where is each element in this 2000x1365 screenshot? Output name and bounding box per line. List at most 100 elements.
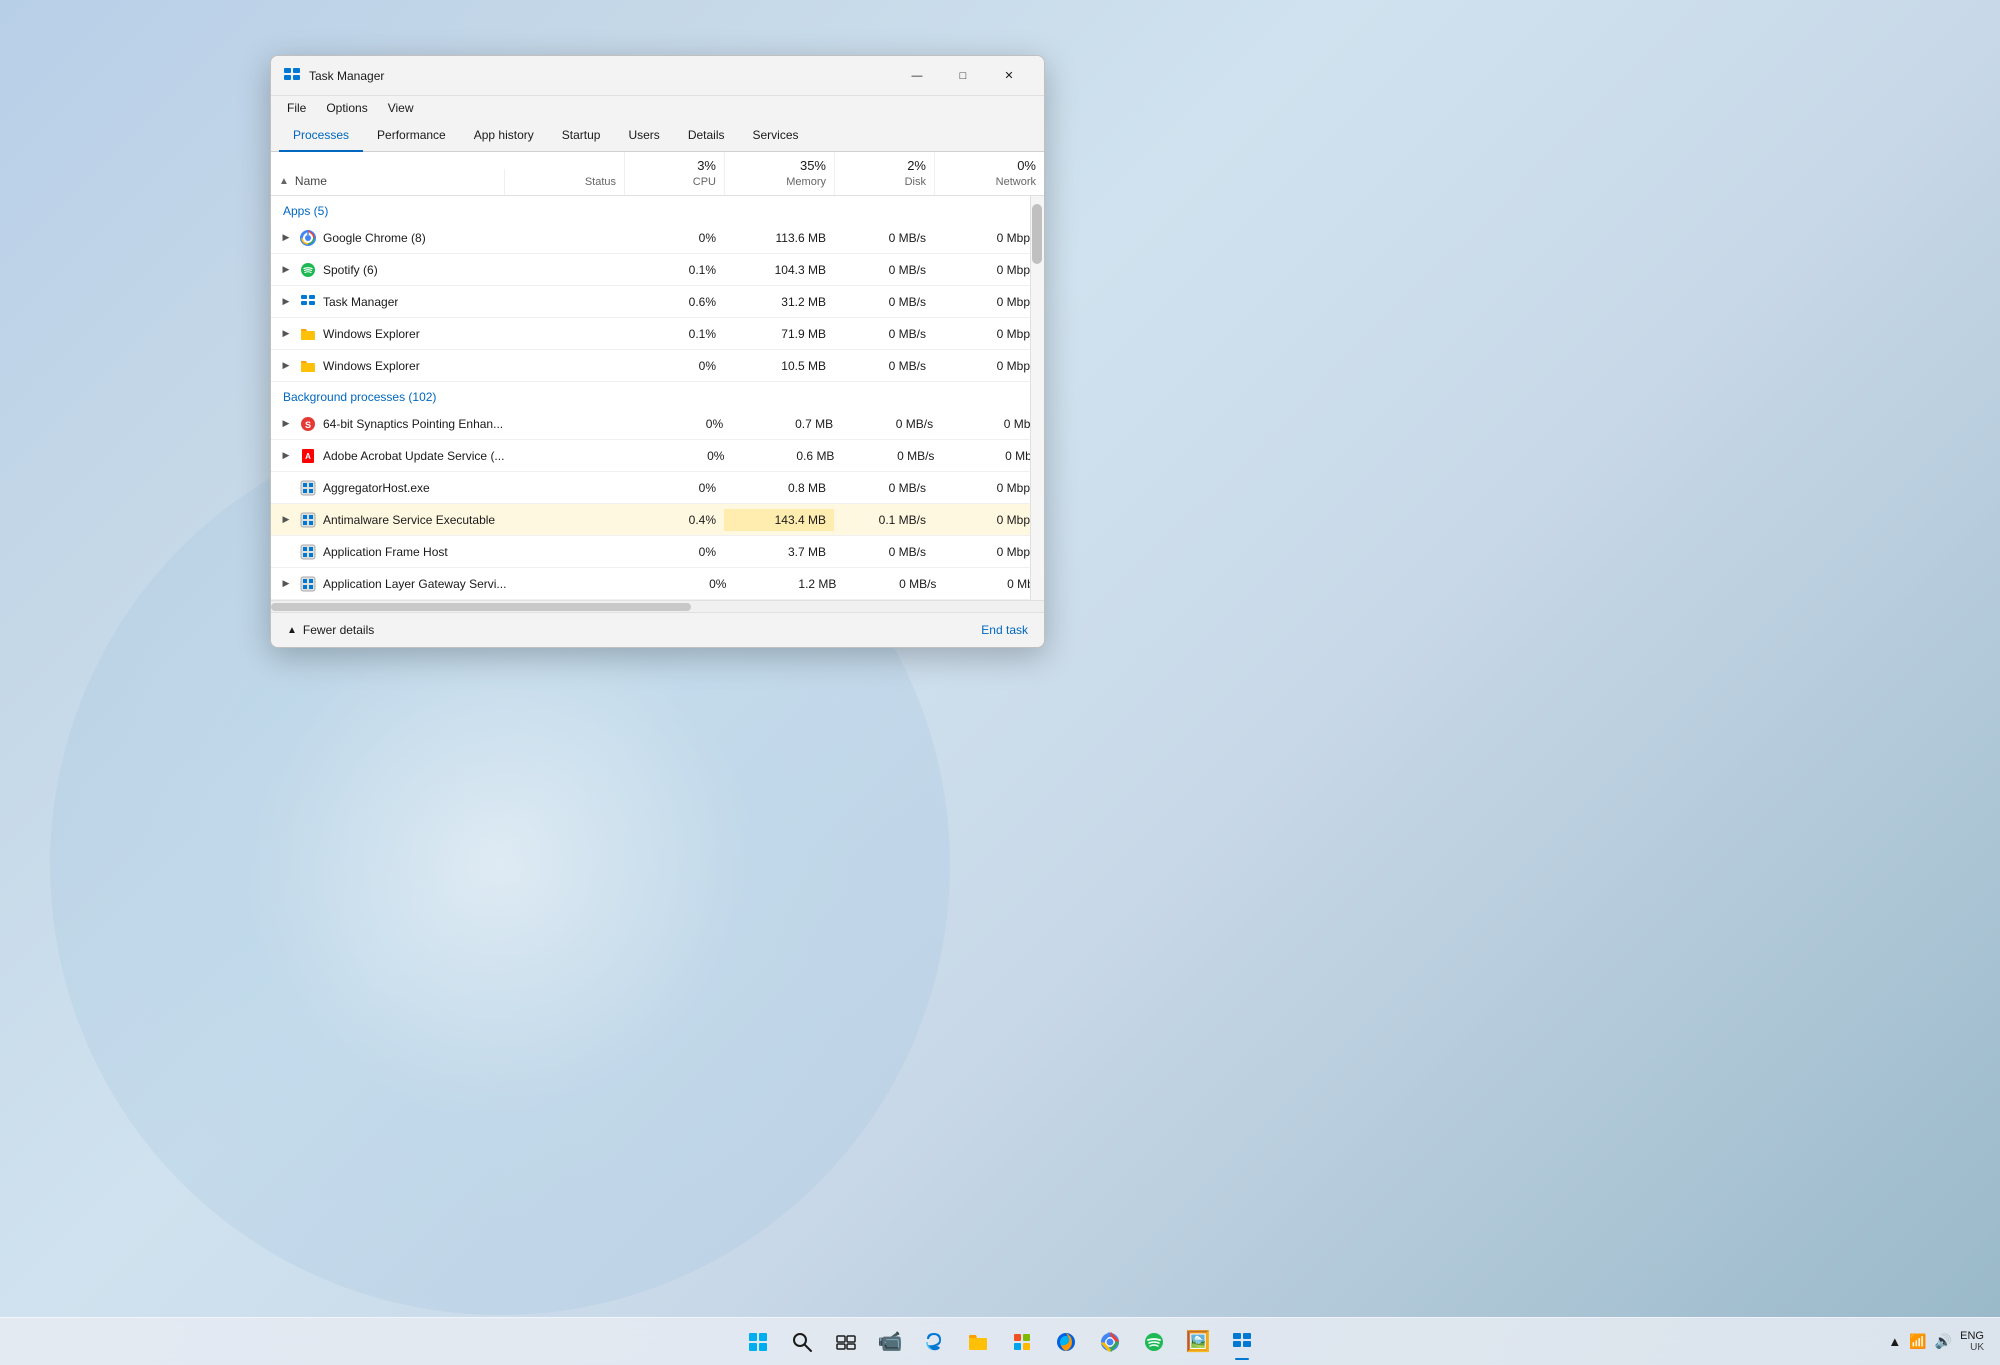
table-row[interactable]: ▶ Windows Explorer 0% 10.5 MB 0 MB/s 0 M… — [271, 350, 1044, 382]
table-row[interactable]: ▶ Google Chrome (8) — [271, 222, 1044, 254]
tab-details[interactable]: Details — [674, 120, 739, 152]
fewer-details-label: Fewer details — [303, 623, 374, 637]
process-network: 0 Mbps — [934, 355, 1044, 377]
start-button[interactable] — [738, 1322, 778, 1362]
taskman-process-icon — [299, 293, 317, 311]
col-disk-pct: 2% — [843, 158, 926, 175]
expand-button[interactable]: ▶ — [279, 449, 293, 463]
scrollbar-thumb[interactable] — [1032, 204, 1042, 264]
tabs-bar: Processes Performance App history Startu… — [271, 120, 1044, 152]
tab-startup[interactable]: Startup — [548, 120, 615, 152]
maximize-button[interactable]: □ — [940, 60, 986, 92]
table-row[interactable]: Application Frame Host 0% 3.7 MB 0 MB/s … — [271, 536, 1044, 568]
process-cpu: 0% — [631, 413, 731, 435]
table-row[interactable]: ▶ Application Layer Gateway Servi... 0% — [271, 568, 1044, 600]
photos-taskbar-button[interactable]: 🖼️ — [1178, 1322, 1218, 1362]
volume-icon[interactable]: 🔊 — [1935, 1333, 1952, 1350]
col-disk[interactable]: 2% Disk — [834, 152, 934, 195]
table-row[interactable]: ▶ S 64-bit Synaptics Pointing Enhan... 0… — [271, 408, 1044, 440]
tab-performance[interactable]: Performance — [363, 120, 460, 152]
aggregator-process-icon — [299, 479, 317, 497]
table-row[interactable]: ▶ Spotify (6) 0.1% 104.3 MB 0 MB/s — [271, 254, 1044, 286]
process-network: 0 Mbps — [934, 259, 1044, 281]
col-memory-label: Memory — [733, 175, 826, 189]
table-row[interactable]: AggregatorHost.exe 0% 0.8 MB 0 MB/s 0 Mb… — [271, 472, 1044, 504]
fewer-details-button[interactable]: ▲ Fewer details — [287, 623, 374, 637]
process-cpu: 0.4% — [624, 509, 724, 531]
process-memory: 104.3 MB — [724, 259, 834, 281]
end-task-button[interactable]: End task — [981, 623, 1028, 637]
process-disk: 0 MB/s — [844, 573, 944, 595]
task-view-button[interactable] — [826, 1322, 866, 1362]
process-memory: 113.6 MB — [724, 227, 834, 249]
meet-taskbar-button[interactable]: 📹 — [870, 1322, 910, 1362]
h-scrollbar-thumb[interactable] — [271, 603, 691, 611]
chrome-taskbar-button[interactable] — [1090, 1322, 1130, 1362]
firefox-taskbar-button[interactable] — [1046, 1322, 1086, 1362]
process-cpu: 0% — [624, 355, 724, 377]
minimize-button[interactable]: — — [894, 60, 940, 92]
expand-button[interactable]: ▶ — [279, 231, 293, 245]
process-disk: 0 MB/s — [842, 445, 942, 467]
edge-taskbar-button[interactable] — [914, 1322, 954, 1362]
process-cpu: 0.1% — [624, 323, 724, 345]
expand-button[interactable]: ▶ — [279, 327, 293, 341]
store-taskbar-button[interactable] — [1002, 1322, 1042, 1362]
file-explorer-taskbar-button[interactable] — [958, 1322, 998, 1362]
table-row[interactable]: ▶ Antimalware Service Executable 0.4% — [271, 504, 1044, 536]
process-cpu: 0% — [632, 445, 732, 467]
col-network[interactable]: 0% Network — [934, 152, 1044, 195]
process-name-cell: ▶ S 64-bit Synaptics Pointing Enhan... — [271, 411, 511, 437]
tab-processes[interactable]: Processes — [279, 120, 363, 152]
process-network: 0 Mbps — [934, 509, 1044, 531]
table-row[interactable]: ▶ Windows Explorer 0.1% 71.9 MB 0 MB/s 0… — [271, 318, 1044, 350]
process-memory: 0.7 MB — [731, 413, 841, 435]
col-memory[interactable]: 35% Memory — [724, 152, 834, 195]
explorer2-process-icon — [299, 357, 317, 375]
process-network: 0 Mbps — [934, 323, 1044, 345]
expand-button[interactable]: ▶ — [279, 359, 293, 373]
col-cpu[interactable]: 3% CPU — [624, 152, 724, 195]
scrollbar-track[interactable] — [1030, 196, 1044, 600]
col-network-label: Network — [943, 175, 1036, 189]
process-name-cell: ▶ Spotify (6) — [271, 257, 504, 283]
appframehost-process-icon — [299, 543, 317, 561]
tab-services[interactable]: Services — [739, 120, 813, 152]
expand-button[interactable]: ▶ — [279, 513, 293, 527]
process-name-cell: ▶ Application Layer Gateway Servi... — [271, 571, 514, 597]
process-name: Application Frame Host — [323, 545, 448, 559]
process-name-cell: Application Frame Host — [271, 539, 504, 565]
col-status[interactable]: Status — [504, 169, 624, 195]
col-memory-pct: 35% — [733, 158, 826, 175]
bg-section-header: Background processes (102) — [271, 382, 1044, 408]
tab-app-history[interactable]: App history — [460, 120, 548, 152]
expand-button[interactable]: ▶ — [279, 295, 293, 309]
expand-button[interactable]: ▶ — [279, 577, 293, 591]
taskbar-right: ▲ 📶 🔊 ENG UK — [1888, 1330, 2000, 1353]
chevron-up-icon[interactable]: ▲ — [1888, 1334, 1901, 1349]
table-row[interactable]: ▶ Task Manager 0.6% 31.2 MB 0 MB/s — [271, 286, 1044, 318]
process-name-cell: ▶ Task Manager — [271, 289, 504, 315]
spotify-taskbar-button[interactable] — [1134, 1322, 1174, 1362]
table-row[interactable]: ▶ A Adobe Acrobat Update Service (... 0%… — [271, 440, 1044, 472]
search-taskbar-button[interactable] — [782, 1322, 822, 1362]
network-icon[interactable]: 📶 — [1909, 1333, 1926, 1350]
close-button[interactable]: ✕ — [986, 60, 1032, 92]
expand-button[interactable]: ▶ — [279, 263, 293, 277]
process-name: Antimalware Service Executable — [323, 513, 495, 527]
horizontal-scrollbar[interactable] — [271, 600, 1044, 612]
menu-options[interactable]: Options — [318, 98, 375, 118]
process-memory: 10.5 MB — [724, 355, 834, 377]
tab-users[interactable]: Users — [614, 120, 673, 152]
process-disk: 0 MB/s — [834, 259, 934, 281]
process-status — [504, 362, 624, 370]
explorer-process-icon — [299, 325, 317, 343]
process-cpu: 0% — [624, 227, 724, 249]
menu-view[interactable]: View — [380, 98, 422, 118]
col-network-pct: 0% — [943, 158, 1036, 175]
taskman-taskbar-button[interactable] — [1222, 1322, 1262, 1362]
expand-button[interactable]: ▶ — [279, 417, 293, 431]
menu-file[interactable]: File — [279, 98, 314, 118]
chrome-process-icon — [299, 229, 317, 247]
menu-bar: File Options View — [271, 96, 1044, 120]
